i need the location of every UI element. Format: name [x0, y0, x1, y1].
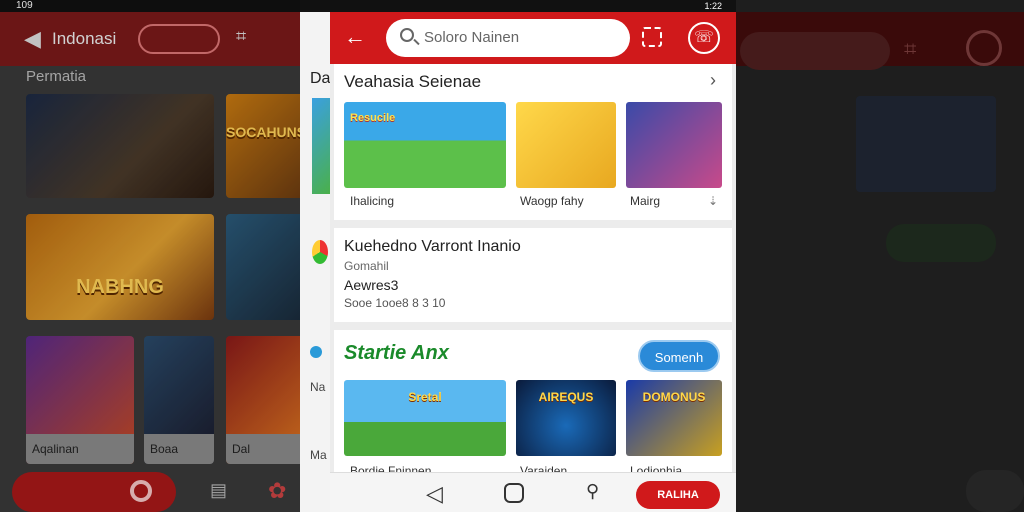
text-fragment: Ma — [310, 448, 327, 462]
app-bar-left: ◀ Indonasi ⌗ — [0, 12, 330, 66]
text-fragment: Na — [310, 380, 326, 394]
nav-button-shadow — [966, 470, 1024, 512]
nav-profile-icon[interactable]: ⚲ — [586, 481, 599, 502]
heading-fragment: Da — [310, 70, 331, 87]
download-icon[interactable]: ⇣ — [708, 194, 718, 208]
call-icon[interactable]: ☏ — [688, 22, 720, 54]
app-bar: ← Soloro Nainen ☏ — [330, 12, 736, 64]
status-time: 109 — [16, 0, 33, 11]
foreground-app: 1:22 ← Soloro Nainen ☏ Veahasia Seienae … — [330, 0, 736, 512]
section-title: Veahasia Seienae — [344, 72, 482, 91]
promo-button[interactable]: RALIHA — [636, 481, 720, 509]
screen: 109 ◀ Indonasi ⌗ Permatia SOCAHUNS NABHN… — [0, 0, 1024, 512]
button-shadow — [886, 224, 996, 262]
nav-home-icon[interactable] — [504, 483, 524, 503]
tile-caption: Dal — [226, 434, 304, 464]
app-icon — [312, 240, 328, 264]
tile-caption: Boaa — [144, 434, 214, 464]
game-tile[interactable]: Dal — [226, 336, 304, 464]
search-field-right[interactable] — [740, 32, 890, 70]
status-bar-left: 109 — [0, 0, 330, 12]
game-art-text: Resucile — [350, 112, 396, 124]
tile-art-text: SOCAHUNS — [226, 124, 304, 140]
status-time: 1:22 — [704, 1, 722, 11]
bottom-navigation: ◁ ⚲ RALIHA — [330, 472, 736, 512]
chat-icon[interactable]: ▤ — [210, 480, 227, 501]
game-tile[interactable]: NABHNG — [26, 214, 214, 320]
game-art-text: DOMONUS — [642, 390, 706, 404]
game-thumbnail[interactable] — [626, 102, 722, 188]
game-tile[interactable]: Boaa — [144, 336, 214, 464]
app-info-rating: Aewres3 — [344, 277, 399, 293]
game-tile[interactable]: Aqalinan — [26, 336, 134, 464]
nav-back-icon[interactable]: ◁ — [426, 481, 443, 507]
scan-icon[interactable]: ⌗ — [236, 26, 246, 47]
featured-games-card: Veahasia Seienae › Resucile Ihalicing Wa… — [334, 64, 732, 220]
section-title: Startie Anx — [344, 342, 449, 364]
game-thumbnail[interactable]: Sretal — [344, 380, 506, 456]
game-tile[interactable] — [26, 94, 214, 198]
gift-icon[interactable]: ✿ — [268, 478, 286, 504]
section-title-left: Permatia — [26, 68, 87, 85]
dot-icon — [310, 346, 322, 358]
game-art-text: AIREQUS — [538, 390, 594, 404]
background-app-right: ⌗ — [736, 0, 1024, 512]
search-button[interactable]: Somenh — [638, 340, 720, 372]
call-icon[interactable] — [966, 30, 1002, 66]
game-art-text: Sretal — [408, 390, 442, 404]
bottom-bar-left: ▤ ✿ — [0, 470, 330, 512]
scan-icon[interactable] — [642, 27, 662, 47]
app-info-card[interactable]: Kuehedno Varront Inanio Gomahil Aewres3 … — [334, 228, 732, 322]
search-input[interactable]: Soloro Nainen — [386, 19, 630, 57]
app-info-title: Kuehedno Varront Inanio — [344, 238, 521, 255]
game-thumbnail[interactable]: DOMONUS — [626, 380, 722, 456]
tile-caption: Aqalinan — [26, 434, 134, 464]
search-placeholder: Soloro Nainen — [424, 29, 520, 46]
starter-games-card: Startie Anx Somenh Sretal AIREQUS DOMONU… — [334, 330, 732, 478]
game-thumbnail[interactable] — [516, 102, 616, 188]
game-thumbnail[interactable]: Resucile — [344, 102, 506, 188]
search-icon — [400, 28, 414, 42]
back-arrow-icon[interactable]: ← — [344, 24, 366, 50]
game-tile[interactable]: SOCAHUNS — [226, 94, 304, 198]
app-info-developer: Gomahil — [344, 259, 389, 273]
app-bar-right: ⌗ — [736, 12, 1024, 70]
game-thumbnail[interactable]: AIREQUS — [516, 380, 616, 456]
background-page-middle: Da Na Ma — [300, 12, 330, 512]
background-app-left: 109 ◀ Indonasi ⌗ Permatia SOCAHUNS NABHN… — [0, 0, 330, 512]
app-info-details: Sooe 1ooe8 8 3 10 — [344, 296, 446, 310]
game-thumbnail — [856, 96, 996, 192]
tile-art-text: NABHNG — [76, 276, 164, 298]
game-thumbnail — [312, 98, 330, 194]
promo-pill[interactable] — [138, 24, 220, 54]
chevron-right-icon[interactable]: › — [710, 70, 716, 91]
record-icon — [130, 480, 152, 502]
scan-icon[interactable]: ⌗ — [904, 36, 916, 62]
game-title[interactable]: Ihalicing — [350, 194, 394, 208]
app-title-left: Indonasi — [52, 29, 117, 48]
back-arrow-icon[interactable]: ◀ — [24, 26, 41, 52]
status-bar: 1:22 — [330, 0, 736, 12]
game-tile[interactable] — [226, 214, 304, 320]
game-title[interactable]: Mairg — [630, 194, 660, 208]
game-title[interactable]: Waogp fahy — [520, 194, 584, 208]
